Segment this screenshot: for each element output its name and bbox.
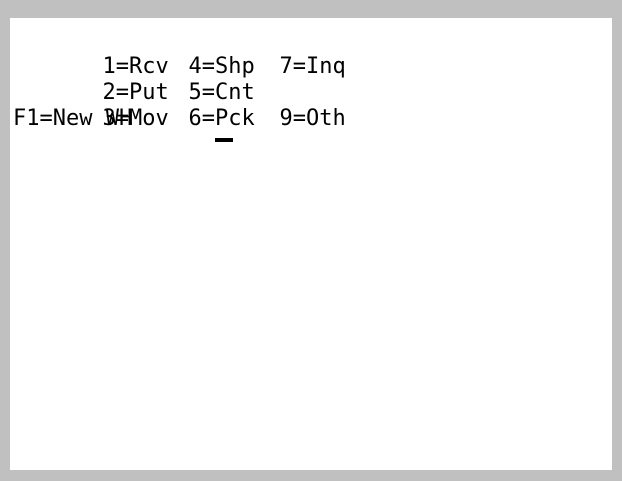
- menu-option-other: 9=Oth: [279, 106, 346, 131]
- menu-option-pick: 6=Pck: [188, 106, 255, 131]
- function-key-new-warehouse: F1=New WH: [13, 106, 133, 131]
- input-cursor[interactable]: [215, 138, 233, 142]
- terminal-screen[interactable]: 1=Rcv 4=Shp 7=Inq 2=Put 5=Cnt 3=Mov 6=Pck 9=O…: [10, 18, 612, 470]
- terminal-frame: 1=Rcv 4=Shp 7=Inq 2=Put 5=Cnt 3=Mov 6=Pck 9=O…: [0, 0, 622, 481]
- menu-option-inquiry: 7=Inq: [279, 54, 346, 79]
